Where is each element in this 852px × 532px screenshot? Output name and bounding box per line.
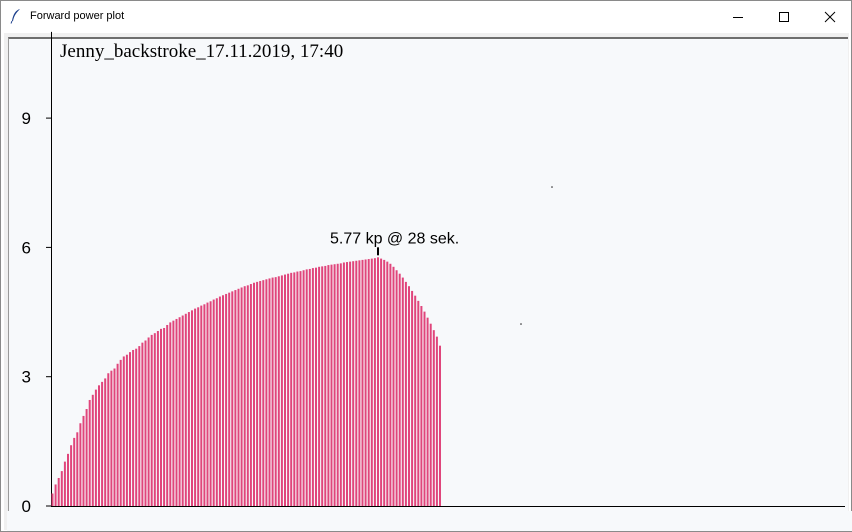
close-button[interactable] <box>807 1 852 32</box>
client-area <box>4 33 852 531</box>
window-title: Forward power plot <box>30 10 125 22</box>
app-window: Forward power plot Jenny_backstroke_17.1… <box>0 0 852 532</box>
maximize-icon <box>779 11 789 22</box>
feather-icon <box>10 9 20 24</box>
close-icon <box>824 11 836 22</box>
plot-canvas[interactable] <box>8 37 848 512</box>
maximize-button[interactable] <box>761 1 807 32</box>
title-bar[interactable]: Forward power plot <box>1 1 851 32</box>
minimize-icon <box>733 16 743 18</box>
canvas-footer <box>7 511 852 531</box>
minimize-button[interactable] <box>715 1 761 32</box>
